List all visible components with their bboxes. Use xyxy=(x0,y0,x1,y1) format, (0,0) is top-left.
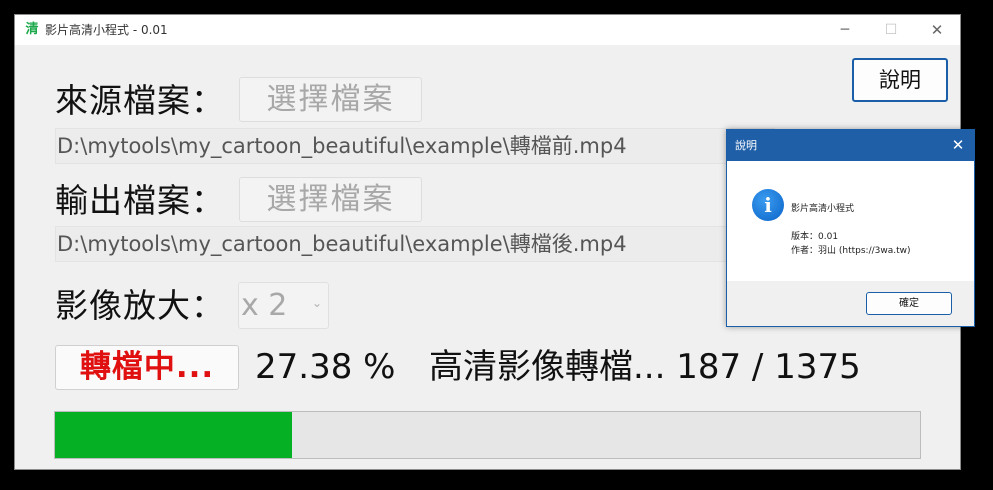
dialog-author: 作者：羽山 (https://3wa.tw) xyxy=(791,246,911,256)
output-select-file-button[interactable]: 選擇檔案 xyxy=(239,177,422,222)
scale-select[interactable]: x 2 ⌄ xyxy=(238,282,329,329)
minimize-button[interactable]: ─ xyxy=(822,15,868,45)
progress-bar-fill xyxy=(55,412,292,458)
info-icon: i xyxy=(752,189,784,221)
scale-label: 影像放大： xyxy=(55,286,225,325)
dialog-body: i 影片高清小程式 版本：0.01 作者：羽山 (https://3wa.tw) xyxy=(727,161,974,281)
help-dialog: 說明 ✕ i 影片高清小程式 版本：0.01 作者：羽山 (https://3w… xyxy=(726,129,975,327)
dialog-app-name: 影片高清小程式 xyxy=(791,204,855,214)
chevron-down-icon: ⌄ xyxy=(311,296,322,310)
conversion-status: 高清影像轉檔... 187 / 1375 xyxy=(429,347,861,387)
source-select-file-button[interactable]: 選擇檔案 xyxy=(239,77,422,122)
window-title: 影片高清小程式 - 0.01 xyxy=(45,23,168,37)
close-button[interactable]: ✕ xyxy=(914,15,960,45)
output-file-label: 輸出檔案： xyxy=(55,181,225,220)
progress-bar xyxy=(54,411,921,459)
output-path-field[interactable]: D:\mytools\my_cartoon_beautiful\example\… xyxy=(55,226,775,262)
dialog-version: 版本：0.01 xyxy=(791,232,839,242)
source-path-field[interactable]: D:\mytools\my_cartoon_beautiful\example\… xyxy=(55,128,775,164)
maximize-button[interactable]: ☐ xyxy=(868,15,914,45)
progress-percent: 27.38 % xyxy=(255,347,396,387)
dialog-ok-button[interactable]: 確定 xyxy=(866,292,952,315)
app-icon: 清 xyxy=(25,22,39,37)
scale-selected-value: x 2 xyxy=(241,288,288,323)
help-button[interactable]: 說明 xyxy=(852,58,948,102)
dialog-title: 說明 xyxy=(735,139,757,152)
dialog-close-button[interactable]: ✕ xyxy=(942,130,974,161)
source-file-label: 來源檔案： xyxy=(55,81,225,120)
dialog-title-bar[interactable]: 說明 ✕ xyxy=(727,130,974,161)
title-bar[interactable]: 清 影片高清小程式 - 0.01 ─ ☐ ✕ xyxy=(15,15,960,45)
convert-button[interactable]: 轉檔中... xyxy=(55,345,239,390)
